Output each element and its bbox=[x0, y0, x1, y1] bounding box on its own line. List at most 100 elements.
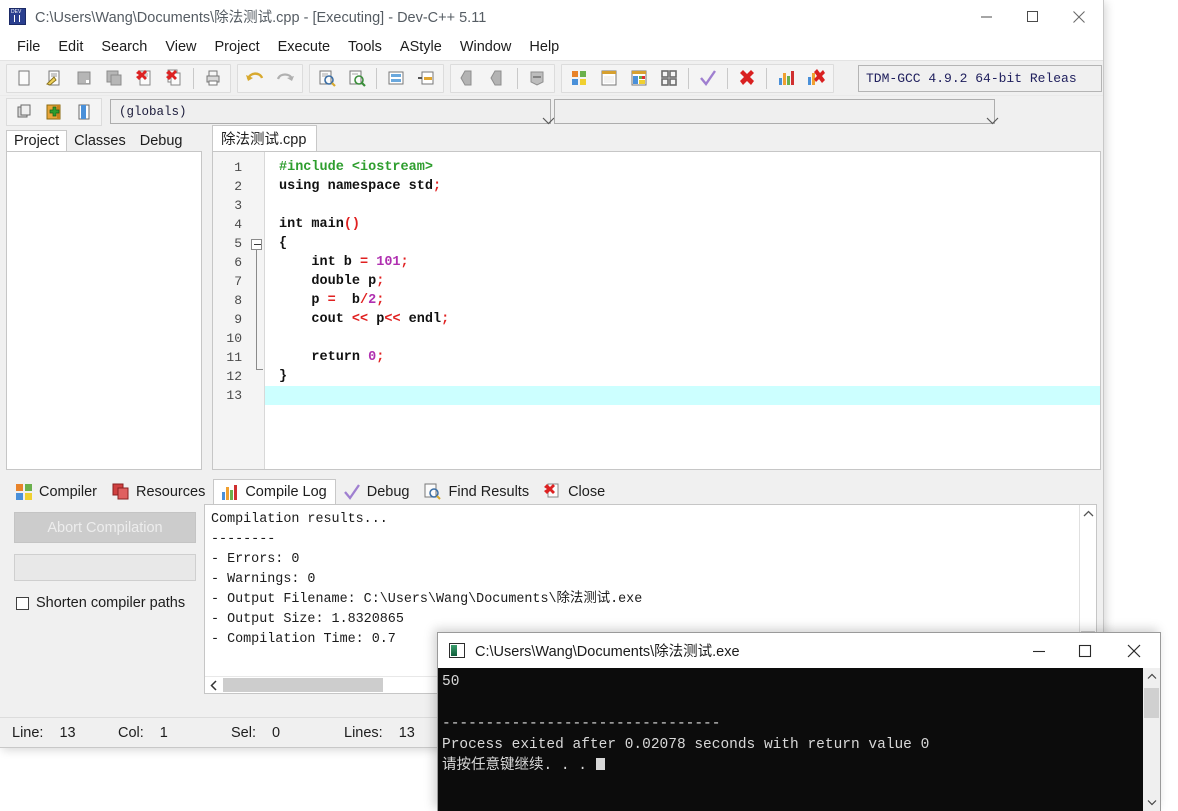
menu-help[interactable]: Help bbox=[520, 36, 568, 58]
tab-debug[interactable]: Debug bbox=[336, 480, 418, 505]
toggle-bookmark-icon[interactable] bbox=[522, 65, 552, 92]
new-file-icon[interactable] bbox=[9, 65, 39, 92]
status-sel: Sel: 0 bbox=[231, 725, 344, 741]
stop-execution-icon[interactable] bbox=[732, 65, 762, 92]
console-line: -------------------------------- bbox=[442, 716, 721, 732]
console-window-controls bbox=[1016, 633, 1160, 668]
console-cursor bbox=[595, 758, 605, 770]
scope-select-value: (globals) bbox=[119, 104, 187, 119]
redo-icon[interactable] bbox=[270, 65, 300, 92]
editor-body[interactable]: 1 2 3 4 5 6 7 8 9 10 11 12 13 #include <… bbox=[212, 151, 1101, 470]
find-replace-icon[interactable] bbox=[342, 65, 372, 92]
tab-close-label: Close bbox=[568, 484, 606, 500]
run-icon[interactable] bbox=[594, 65, 624, 92]
tab-source-file[interactable]: 除法测试.cpp bbox=[212, 125, 318, 152]
scroll-up-icon[interactable] bbox=[1080, 505, 1096, 522]
left-dock-panel: Project Classes Debug bbox=[0, 127, 208, 478]
console-title: C:\Users\Wang\Documents\除法测试.exe bbox=[475, 644, 740, 660]
code-token: using namespace std bbox=[279, 179, 433, 194]
tab-find-results[interactable]: Find Results bbox=[417, 480, 537, 505]
tab-resources[interactable]: Resources bbox=[105, 480, 213, 505]
compile-run-icon[interactable] bbox=[624, 65, 654, 92]
find-icon[interactable] bbox=[312, 65, 342, 92]
toolbar-separator bbox=[517, 67, 518, 89]
maximize-button[interactable] bbox=[1009, 0, 1055, 33]
menu-edit[interactable]: Edit bbox=[49, 36, 92, 58]
console-output-area[interactable]: 50 -------------------------------- Proce… bbox=[438, 668, 1160, 811]
save-all-icon[interactable] bbox=[99, 65, 129, 92]
shorten-compiler-paths-checkbox[interactable] bbox=[16, 596, 29, 610]
console-maximize-button[interactable] bbox=[1062, 633, 1108, 668]
menu-astyle[interactable]: AStyle bbox=[391, 36, 451, 58]
code-token: << bbox=[351, 312, 377, 327]
close-file-icon[interactable] bbox=[129, 65, 159, 92]
menu-execute[interactable]: Execute bbox=[269, 36, 339, 58]
menu-search[interactable]: Search bbox=[92, 36, 156, 58]
goto-function-icon[interactable] bbox=[411, 65, 441, 92]
menu-bar: File Edit Search View Project Execute To… bbox=[0, 33, 1103, 60]
undo-icon[interactable] bbox=[240, 65, 270, 92]
close-button[interactable] bbox=[1055, 0, 1103, 33]
status-lines-label: Lines: bbox=[344, 724, 383, 741]
code-line: #include <iostream> bbox=[265, 158, 1100, 177]
goto-line-icon[interactable] bbox=[381, 65, 411, 92]
menu-view[interactable]: View bbox=[156, 36, 205, 58]
profile-icon[interactable] bbox=[771, 65, 801, 92]
project-tree[interactable] bbox=[6, 151, 202, 470]
menu-project[interactable]: Project bbox=[206, 36, 269, 58]
save-file-icon[interactable] bbox=[69, 65, 99, 92]
console-close-button[interactable] bbox=[1108, 633, 1160, 668]
code-token: ; bbox=[441, 312, 450, 327]
code-line bbox=[265, 386, 1100, 405]
delete-profile-icon[interactable] bbox=[801, 65, 831, 92]
open-file-icon[interactable] bbox=[39, 65, 69, 92]
code-token: = bbox=[360, 255, 377, 270]
console-scrollbar[interactable] bbox=[1143, 668, 1160, 811]
sidebar-item-debug[interactable]: Debug bbox=[133, 131, 190, 152]
scroll-thumb[interactable] bbox=[223, 678, 383, 692]
main-toolbar: TDM-GCC 4.9.2 64-bit Releas bbox=[0, 60, 1103, 95]
code-token: b bbox=[343, 293, 361, 308]
toolbar-separator bbox=[766, 67, 767, 89]
menu-tools[interactable]: Tools bbox=[339, 36, 391, 58]
code-text-area[interactable]: #include <iostream> using namespace std; … bbox=[265, 152, 1100, 469]
forward-icon[interactable] bbox=[483, 65, 513, 92]
tab-compiler[interactable]: Compiler bbox=[8, 480, 105, 505]
syntax-check-icon[interactable] bbox=[693, 65, 723, 92]
code-token: 101 bbox=[376, 255, 401, 270]
close-all-icon[interactable] bbox=[159, 65, 189, 92]
member-select[interactable] bbox=[554, 99, 999, 124]
compiler-select[interactable]: TDM-GCC 4.9.2 64-bit Releas bbox=[858, 65, 1102, 92]
back-icon[interactable] bbox=[453, 65, 483, 92]
rebuild-all-icon[interactable] bbox=[654, 65, 684, 92]
console-minimize-button[interactable] bbox=[1016, 633, 1062, 668]
scroll-left-icon[interactable] bbox=[205, 679, 222, 691]
abort-compilation-button[interactable]: Abort Compilation bbox=[14, 512, 196, 543]
add-to-project-icon[interactable] bbox=[39, 98, 69, 125]
sidebar-item-classes[interactable]: Classes bbox=[67, 131, 133, 152]
menu-window[interactable]: Window bbox=[451, 36, 521, 58]
compile-icon[interactable] bbox=[564, 65, 594, 92]
tab-find-results-label: Find Results bbox=[448, 484, 530, 500]
shorten-compiler-paths-row[interactable]: Shorten compiler paths bbox=[16, 595, 204, 611]
sidebar-item-project[interactable]: Project bbox=[6, 130, 68, 152]
print-icon[interactable] bbox=[198, 65, 228, 92]
new-project-icon[interactable] bbox=[9, 98, 39, 125]
status-sel-label: Sel: bbox=[231, 724, 256, 741]
code-token: cout bbox=[279, 312, 352, 327]
tab-close[interactable]: Close bbox=[537, 480, 613, 505]
menu-file[interactable]: File bbox=[8, 36, 49, 58]
minimize-button[interactable] bbox=[963, 0, 1009, 33]
console-scroll-down-icon[interactable] bbox=[1147, 794, 1157, 811]
code-token: { bbox=[279, 236, 288, 251]
scope-select[interactable]: (globals) bbox=[110, 99, 555, 124]
status-col: Col: 1 bbox=[118, 725, 231, 741]
console-output-text: 50 -------------------------------- Proce… bbox=[438, 668, 1160, 777]
project-options-icon[interactable] bbox=[69, 98, 99, 125]
fold-collapse-icon[interactable] bbox=[251, 239, 262, 250]
console-scroll-up-icon[interactable] bbox=[1147, 668, 1157, 685]
screen: C:\Users\Wang\Documents\除法测试.cpp - [Exec… bbox=[0, 0, 1178, 811]
tab-compile-log[interactable]: Compile Log bbox=[213, 479, 336, 505]
console-scroll-thumb[interactable] bbox=[1144, 688, 1159, 718]
code-line: cout << p<< endl; bbox=[265, 310, 1100, 329]
